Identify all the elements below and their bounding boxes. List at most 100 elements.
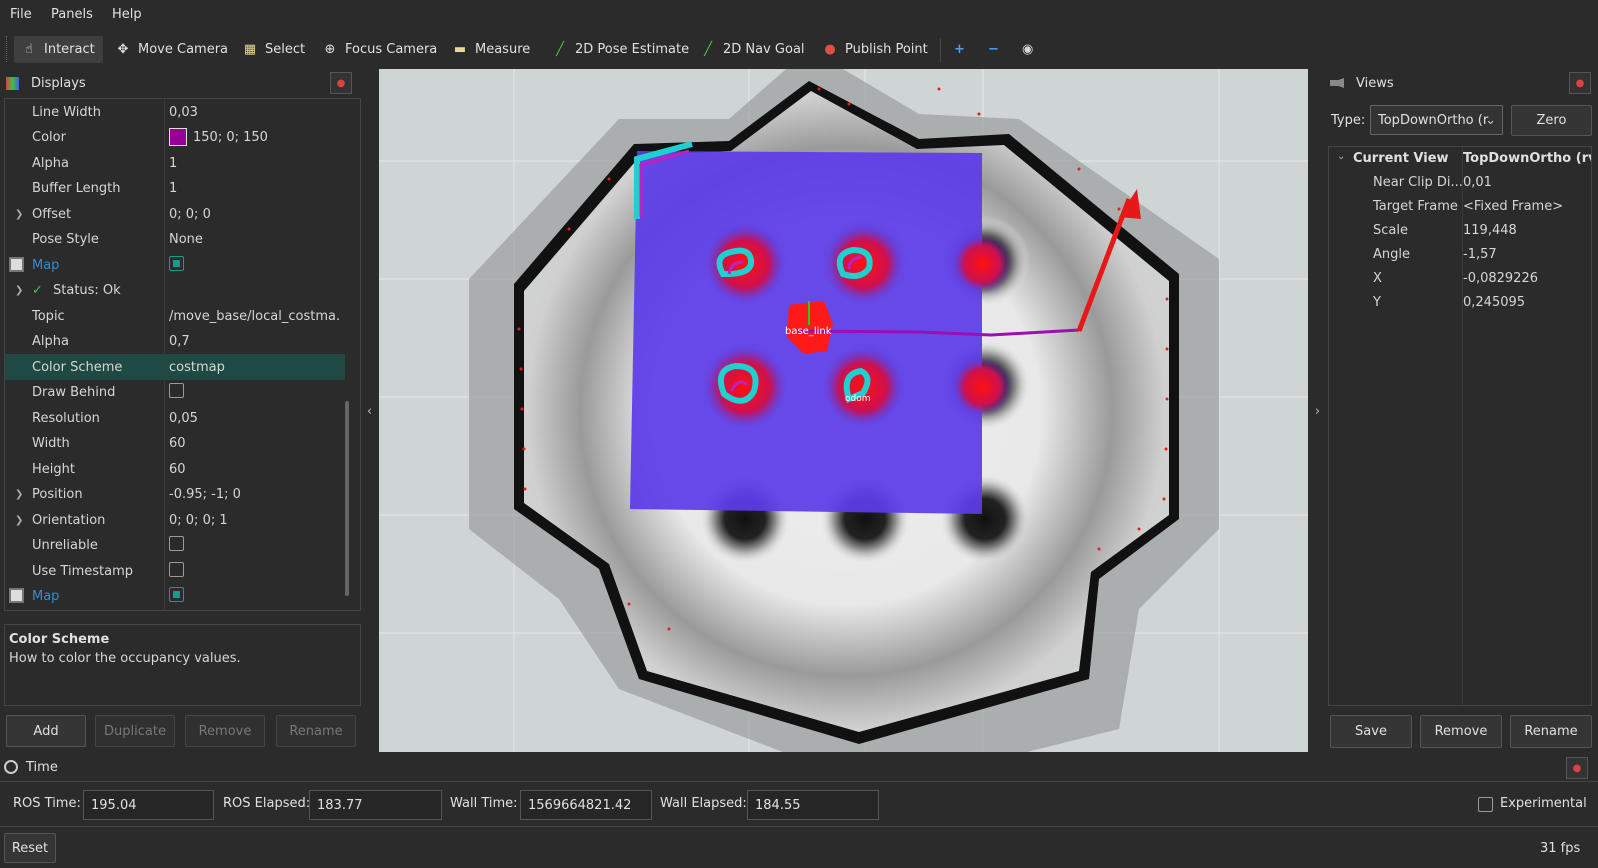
display-item-map-2[interactable]: Map	[5, 583, 345, 609]
prop-row-alpha[interactable]: Alpha 1	[5, 150, 345, 176]
tool-properties-button[interactable]: ◉	[1014, 36, 1041, 63]
views-close-icon[interactable]: ●	[1569, 72, 1591, 94]
prop-row-topic[interactable]: Topic/move_base/local_costma...	[5, 303, 345, 329]
measure-tool[interactable]: ▬ Measure	[445, 36, 538, 63]
toolbar: ☝ Interact ✥ Move Camera ▦ Select ⊕ Focus Ca…	[0, 32, 1598, 66]
rename-view-button[interactable]: Rename	[1510, 715, 1592, 748]
nav-goal-tool[interactable]: ╱ 2D Nav Goal	[693, 36, 813, 63]
wall-elapsed-field[interactable]: 184.55	[747, 790, 879, 820]
ros-time-field[interactable]: 195.04	[83, 790, 214, 820]
focus-camera-icon: ⊕	[324, 42, 336, 57]
prop-value: 0; 0; 0	[169, 206, 211, 222]
view-row-y[interactable]: Y 0,245095	[1329, 291, 1593, 315]
prop-key: Color	[32, 129, 66, 145]
prop-key: Offset	[32, 206, 72, 222]
publish-point-icon: ●	[824, 42, 836, 57]
rename-display-button[interactable]: Rename	[276, 715, 356, 747]
expand-arrow-icon[interactable]: ❯	[15, 489, 23, 500]
current-view-row[interactable]: ⌄ Current View TopDownOrtho (rv...	[1329, 147, 1593, 171]
color-swatch[interactable]	[169, 128, 187, 146]
prop-value: 1	[169, 180, 178, 196]
prop-value: 0,01	[1463, 175, 1492, 190]
move-camera-tool[interactable]: ✥ Move Camera	[108, 36, 236, 63]
interact-label: Interact	[44, 42, 95, 57]
expand-arrow-icon[interactable]: ❯	[15, 515, 23, 526]
publish-point-tool[interactable]: ● Publish Point	[815, 36, 936, 63]
prop-row-offset[interactable]: ❯ Offset 0; 0; 0	[5, 201, 345, 227]
base-link-label: base_link	[785, 326, 832, 337]
render-viewport[interactable]: base_link odom	[379, 69, 1308, 752]
remove-display-button[interactable]: Remove	[185, 715, 265, 747]
prop-value: <Fixed Frame>	[1463, 199, 1564, 214]
collapse-left-panel[interactable]: ‹	[361, 70, 378, 752]
expand-arrow-icon[interactable]: ❯	[15, 285, 23, 296]
chevron-down-icon: ⌄	[1337, 151, 1346, 162]
view-row-angle[interactable]: Angle -1,57	[1329, 243, 1593, 267]
prop-row-color[interactable]: Color 150; 0; 150	[5, 124, 345, 150]
chevron-left-icon: ‹	[366, 403, 373, 419]
pose-estimate-label: 2D Pose Estimate	[575, 42, 690, 57]
measure-icon: ▬	[453, 42, 467, 57]
add-display-button[interactable]: Add	[6, 715, 86, 747]
unreliable-checkbox[interactable]	[169, 535, 184, 551]
prop-row-buffer-length[interactable]: Buffer Length 1	[5, 175, 345, 201]
focus-camera-tool[interactable]: ⊕ Focus Camera	[315, 36, 445, 63]
displays-scrollbar[interactable]	[345, 401, 349, 596]
measure-label: Measure	[475, 42, 531, 57]
map-2-enabled-checkbox[interactable]	[169, 586, 184, 602]
remove-view-button[interactable]: Remove	[1420, 715, 1502, 748]
prop-row-draw-behind[interactable]: Draw Behind	[5, 379, 345, 405]
view-row-x[interactable]: X -0,0829226	[1329, 267, 1593, 291]
eye-icon: ◉	[1022, 42, 1034, 57]
prop-key: Unreliable	[32, 537, 98, 553]
zero-button[interactable]: Zero	[1511, 105, 1592, 136]
ros-elapsed-field[interactable]: 183.77	[309, 790, 442, 820]
display-item-map[interactable]: Map	[5, 252, 345, 278]
prop-row-status[interactable]: ❯ ✓ Status: Ok	[5, 277, 345, 303]
save-view-button[interactable]: Save	[1330, 715, 1412, 748]
prop-row-orientation[interactable]: ❯ Orientation 0; 0; 0; 1	[5, 507, 345, 533]
duplicate-display-button[interactable]: Duplicate	[95, 715, 175, 747]
prop-row-position[interactable]: ❯ Position -0.95; -1; 0	[5, 481, 345, 507]
ros-elapsed-label: ROS Elapsed:	[223, 796, 311, 811]
menu-file[interactable]: File	[10, 7, 32, 22]
pose-estimate-tool[interactable]: ╱ 2D Pose Estimate	[545, 36, 697, 63]
prop-row-unreliable[interactable]: Unreliable	[5, 532, 345, 558]
remove-tool-button[interactable]: −	[980, 36, 1007, 63]
select-tool[interactable]: ▦ Select	[235, 36, 313, 63]
prop-row-resolution[interactable]: Resolution 0,05	[5, 405, 345, 431]
view-type-label: Type:	[1331, 113, 1366, 128]
menu-help[interactable]: Help	[112, 7, 142, 22]
prop-row-use-timestamp[interactable]: Use Timestamp	[5, 558, 345, 584]
view-row-scale[interactable]: Scale 119,448	[1329, 219, 1593, 243]
interact-tool[interactable]: ☝ Interact	[14, 36, 103, 63]
prop-row-height[interactable]: Height 60	[5, 456, 345, 482]
wall-time-field[interactable]: 1569664821.42	[520, 790, 652, 820]
prop-row-line-width[interactable]: Line Width 0,03	[5, 99, 345, 125]
prop-row-color-scheme[interactable]: Color Scheme costmap	[5, 354, 345, 380]
prop-row-alpha-map[interactable]: Alpha 0,7	[5, 328, 345, 354]
prop-row-pose-style[interactable]: Pose Style None	[5, 226, 345, 252]
select-icon: ▦	[243, 42, 257, 57]
prop-value: 0; 0; 0; 1	[169, 512, 228, 528]
expand-arrow-icon[interactable]: ❯	[15, 209, 23, 220]
views-panel-header: Views ●	[1326, 70, 1596, 96]
experimental-checkbox[interactable]	[1478, 797, 1493, 812]
menu-panels[interactable]: Panels	[51, 7, 93, 22]
wall-time-label: Wall Time:	[450, 796, 518, 811]
plus-icon: +	[954, 42, 965, 57]
add-tool-button[interactable]: +	[946, 36, 973, 63]
view-type-select[interactable]: TopDownOrtho (r ⌄	[1370, 105, 1503, 135]
reset-button[interactable]: Reset	[4, 833, 56, 863]
prop-row-width[interactable]: Width 60	[5, 430, 345, 456]
draw-behind-checkbox[interactable]	[169, 382, 184, 398]
help-text: How to color the occupancy values.	[9, 651, 241, 666]
map-enabled-checkbox[interactable]	[169, 255, 184, 271]
view-row-near-clip[interactable]: Near Clip Di... 0,01	[1329, 171, 1593, 195]
collapse-right-panel[interactable]: ›	[1309, 70, 1326, 752]
time-close-icon[interactable]: ●	[1566, 757, 1588, 779]
view-row-target-frame[interactable]: Target Frame <Fixed Frame>	[1329, 195, 1593, 219]
prop-key: Height	[32, 461, 75, 477]
displays-close-icon[interactable]: ●	[330, 72, 352, 94]
use-timestamp-checkbox[interactable]	[169, 561, 184, 577]
